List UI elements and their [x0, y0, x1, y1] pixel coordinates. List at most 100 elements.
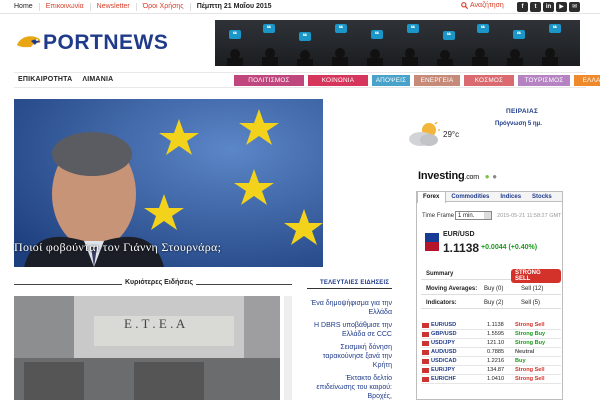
flag-icon: [422, 323, 429, 328]
quote-symbol[interactable]: AUD/USD: [431, 349, 456, 355]
table-row[interactable]: USD/JPY 121.10 Strong Buy: [421, 339, 561, 348]
quote-symbol[interactable]: EUR/CHF: [431, 376, 456, 382]
quote-price: 1.1138: [443, 241, 480, 255]
top-links: Home Επικοινωνία Newsletter Όροι Χρήσης …: [14, 0, 278, 14]
list-item[interactable]: Έκτακτο δελτίο επιδείνωσης του καιρού: Β…: [307, 374, 392, 400]
summary-label: Summary: [426, 271, 454, 277]
quote-signal: Strong Sell: [515, 367, 545, 373]
quote-panel: EUR/USD 1.1138 +0.0044 (+0.40%): [421, 229, 561, 259]
tab-commodities[interactable]: Commodities: [446, 192, 495, 201]
quote-timestamp: 2015-05-21 11:58:27 GMT: [497, 213, 562, 219]
moving-averages-label: Moving Averages:: [426, 286, 478, 292]
timeframe-select[interactable]: 1 min.: [455, 211, 492, 220]
tab-indices[interactable]: Indices: [495, 192, 527, 201]
search-label: Αναζήτηση: [470, 2, 504, 9]
flag-icon: [422, 350, 429, 355]
indicators-buy: Buy (2): [484, 300, 504, 306]
quote-symbol[interactable]: EUR/USD: [431, 322, 456, 328]
partly-cloudy-icon: [409, 122, 440, 146]
investing-widget: Forex Commodities Indices Stocks Time Fr…: [416, 191, 563, 400]
investing-logo[interactable]: Investing.com ● ●: [418, 170, 497, 182]
flag-icon: [422, 368, 429, 373]
quote-symbol[interactable]: USD/JPY: [431, 340, 455, 346]
apple-icon: ●: [492, 172, 497, 181]
search-link[interactable]: Αναζήτηση: [461, 2, 504, 9]
table-row[interactable]: EUR/USD 1.1138 Strong Sell: [421, 321, 561, 330]
logo-text: PORTNEWS: [43, 31, 169, 54]
hero-caption[interactable]: Ποιοί φοβούνται τον Γιάννη Στουρνάρα;: [14, 240, 221, 255]
list-item[interactable]: Σεισμική δόνηση ταρακούνησε ξανά την Κρή…: [307, 343, 392, 370]
table-row[interactable]: USD/CAD 1.2216 Buy: [421, 357, 561, 366]
twitter-icon[interactable]: t: [530, 2, 541, 12]
top-bar: Home Επικοινωνία Newsletter Όροι Χρήσης …: [0, 0, 600, 14]
main-news-image[interactable]: Ε . Τ . Ε . Α: [14, 296, 280, 400]
quote-symbol[interactable]: GBP/USD: [431, 331, 457, 337]
quote-value: 0.7885: [487, 349, 505, 355]
home-link[interactable]: Home: [14, 3, 40, 11]
table-row[interactable]: GBP/USD 1.5595 Strong Buy: [421, 330, 561, 339]
quote-symbol[interactable]: EUR/JPY: [431, 367, 455, 373]
nav-category-kosmos[interactable]: ΚΟΣΜΟΣ: [464, 75, 514, 86]
android-icon: ●: [484, 172, 490, 181]
tab-stocks[interactable]: Stocks: [527, 192, 558, 201]
summary-row: Summary STRONG SELL: [421, 268, 561, 283]
flag-icon: [422, 359, 429, 364]
nav-item-epikairotita[interactable]: ΕΠΙΚΑΙΡΟΤΗΤΑ: [18, 76, 72, 83]
table-row[interactable]: EUR/JPY 134.87 Strong Sell: [421, 366, 561, 375]
nav-primary: ΕΠΙΚΑΙΡΟΤΗΤΑ ΛΙΜΑΝΙΑ: [18, 76, 113, 83]
quote-signal: Neutral: [515, 349, 535, 355]
moving-averages-buy: Buy (0): [484, 286, 504, 292]
table-row[interactable]: EUR/CHF 1.0410 Strong Sell: [421, 375, 561, 384]
quote-bubble-icon: ❝: [229, 30, 241, 39]
quote-value: 1.0410: [487, 376, 505, 382]
youtube-icon[interactable]: ▶: [556, 2, 567, 12]
quote-bubble-icon: ❝: [407, 24, 419, 33]
weather-forecast-link[interactable]: Πρόγνωση 5 ημ.: [495, 121, 542, 127]
investing-logo-suffix: .com: [464, 174, 480, 181]
moving-averages-sell: Sell (12): [521, 286, 544, 292]
table-row[interactable]: AUD/USD 0.7885 Neutral: [421, 348, 561, 357]
quotes-table: EUR/USD 1.1138 Strong Sell GBP/USD 1.5595 Str…: [421, 321, 561, 384]
search-icon: [461, 2, 468, 9]
quote-value: 1.5595: [487, 331, 505, 337]
list-item[interactable]: Η DBRS υποβάθμισε την Ελλάδα σε CCC: [307, 321, 392, 339]
quote-bubble-icon: ❝: [513, 30, 525, 39]
nav-category-energeia[interactable]: ΕΝΕΡΓΕΙΑ: [414, 75, 460, 86]
nav-category-politismos[interactable]: ΠΟΛΙΤΙΣΜΟΣ: [234, 75, 304, 86]
svg-text:Ε . Τ . Ε . Α: Ε . Τ . Ε . Α: [124, 316, 186, 331]
header-banner[interactable]: ❝ ❝ ❝ ❝ ❝ ❝ ❝ ❝ ❝ ❝: [215, 20, 580, 66]
nav-category-tourismos[interactable]: ΤΟΥΡΙΣΜΟΣ: [518, 75, 570, 86]
tab-forex[interactable]: Forex: [417, 192, 447, 203]
quote-bubble-icon: ❝: [477, 24, 489, 33]
list-item[interactable]: Ένα δημοψήφισμα για την Ελλάδα: [307, 299, 392, 317]
nav-category-apopseis[interactable]: ΑΠΟΨΕΙΣ: [372, 75, 410, 86]
main-nav: ΕΠΙΚΑΙΡΟΤΗΤΑ ΛΙΜΑΝΙΑ ΠΟΛΙΤΙΣΜΟΣ ΚΟΙΝΩΝΙΑ…: [14, 72, 600, 88]
email-icon[interactable]: ✉: [569, 2, 580, 12]
main-news-title: Κυριότερες Ειδήσεις: [122, 279, 197, 286]
facebook-icon[interactable]: f: [517, 2, 528, 12]
terms-link[interactable]: Όροι Χρήσης: [137, 3, 191, 11]
latest-news-title: ΤΕΛΕΥΤΑΙΕΣ ΕΙΔΗΣΕΙΣ: [320, 280, 390, 286]
current-date: Πέμπτη 21 Μαΐου 2015: [196, 3, 272, 10]
slider-scrollbar[interactable]: [284, 296, 292, 400]
quote-change: +0.0044 (+0.40%): [481, 244, 538, 251]
nav-item-limania[interactable]: ΛΙΜΑΝΙΑ: [82, 76, 113, 83]
nav-categories: ΠΟΛΙΤΙΣΜΟΣ ΚΟΙΝΩΝΙΑ ΑΠΟΨΕΙΣ ΕΝΕΡΓΕΙΑ ΚΟΣ…: [234, 75, 600, 86]
nav-category-koinonia[interactable]: ΚΟΙΝΩΝΙΑ: [308, 75, 368, 86]
quote-bubble-icon: ❝: [263, 24, 275, 33]
contact-link[interactable]: Επικοινωνία: [40, 3, 91, 11]
quote-signal: Buy: [515, 358, 526, 364]
quote-symbol[interactable]: USD/CAD: [431, 358, 456, 364]
flag-icon: [422, 341, 429, 346]
newsletter-link[interactable]: Newsletter: [91, 3, 137, 11]
nav-category-ellada[interactable]: ΕΛΛΑΔΑ: [574, 75, 600, 86]
market-tabs: Forex Commodities Indices Stocks: [417, 192, 562, 203]
quote-value: 1.1138: [487, 322, 504, 328]
quote-signal: Strong Buy: [515, 331, 546, 337]
quote-value: 121.10: [487, 340, 505, 346]
indicators-row: Indicators: Buy (2) Sell (5): [421, 297, 561, 309]
linkedin-icon[interactable]: in: [543, 2, 554, 12]
crowd-illustration: [227, 48, 558, 66]
site-logo[interactable]: PORTNEWS: [16, 31, 168, 55]
quote-pair: EUR/USD: [443, 231, 475, 238]
